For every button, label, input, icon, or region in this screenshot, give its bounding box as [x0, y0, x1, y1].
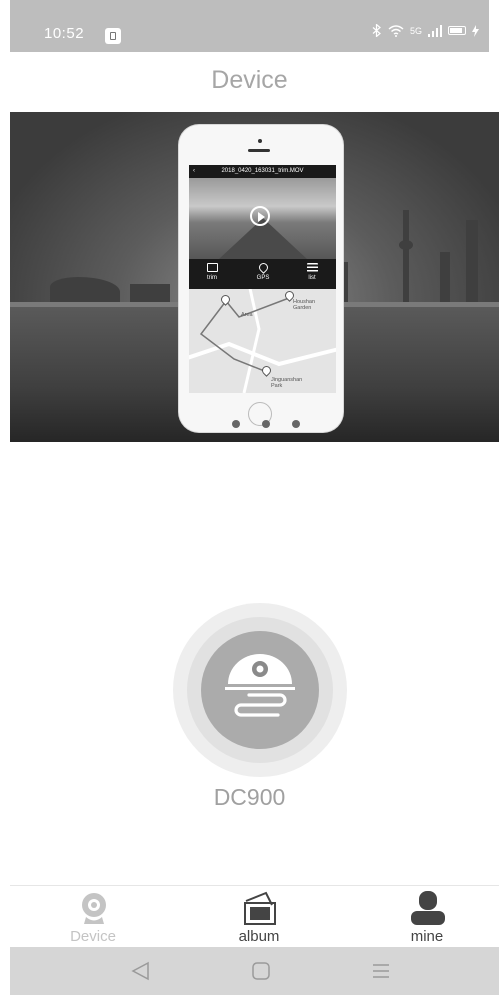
phone-speaker	[248, 149, 270, 152]
trim-label: trim	[207, 275, 217, 281]
map-label-park: Jinguanshan Park	[271, 377, 303, 389]
page-dot	[262, 420, 270, 428]
photo-stack-icon	[244, 891, 276, 925]
battery-icon	[448, 26, 466, 35]
map-label-area: Area	[241, 312, 253, 318]
dashcam-icon	[225, 654, 295, 717]
phone-screen: ‹ 2018_0420_163031_trim.MOV trim GPS lis…	[189, 165, 336, 393]
home-icon[interactable]	[250, 961, 272, 981]
phone-mockup: ‹ 2018_0420_163031_trim.MOV trim GPS lis…	[179, 125, 343, 432]
list-label: list	[308, 275, 316, 281]
trim-tool: trim	[197, 263, 227, 281]
map-label-garden: Houshan Garden	[293, 299, 316, 311]
status-icons: 5G	[372, 24, 479, 37]
signal-icon	[428, 24, 442, 37]
device-button-core	[201, 631, 319, 749]
person-icon	[411, 891, 445, 925]
video-title-bar: ‹ 2018_0420_163031_trim.MOV	[189, 165, 336, 178]
gps-map: Area Houshan Garden Jinguanshan Park	[189, 289, 336, 393]
status-bar: 10:52 5G	[10, 0, 489, 52]
video-filename: 2018_0420_163031_trim.MOV	[221, 168, 304, 174]
system-navigation-bar	[10, 947, 499, 995]
skyline-tower	[130, 284, 170, 302]
play-icon	[250, 206, 270, 226]
gps-tool: GPS	[248, 261, 278, 281]
video-preview	[189, 178, 336, 259]
device-screen: 10:52 5G Device ‹ 2018_0420_163031_trim.…	[0, 0, 499, 995]
list-icon	[306, 263, 318, 272]
page-dot	[292, 420, 300, 428]
recents-icon[interactable]	[370, 961, 392, 981]
skyline-tower	[399, 240, 413, 250]
device-name: DC900	[213, 784, 286, 810]
tab-album-label: album	[238, 928, 280, 945]
tab-bar: Device album mine	[10, 885, 499, 948]
wifi-icon	[388, 24, 404, 37]
bluetooth-icon	[372, 24, 381, 37]
phone-camera	[258, 139, 262, 143]
webcam-icon	[82, 893, 106, 924]
promo-banner[interactable]: ‹ 2018_0420_163031_trim.MOV trim GPS lis…	[10, 112, 499, 442]
skyline-tower	[440, 252, 450, 302]
skyline-tower	[466, 220, 478, 302]
tab-device-label: Device	[70, 928, 116, 945]
tab-mine-label: mine	[410, 928, 444, 945]
page-title: Device	[211, 66, 288, 94]
page-dot	[232, 420, 240, 428]
gps-label: GPS	[256, 275, 270, 281]
app-notification-icon	[105, 28, 121, 44]
gps-pin-icon	[256, 261, 270, 274]
back-icon[interactable]	[130, 961, 152, 981]
list-tool: list	[297, 263, 327, 281]
trim-icon	[206, 263, 218, 272]
video-toolbar: trim GPS list	[189, 259, 336, 289]
skyline-tower	[403, 210, 409, 302]
network-type-label: 5G	[409, 25, 422, 36]
charging-icon	[472, 24, 479, 37]
page-indicator	[232, 420, 300, 428]
status-time: 10:52	[44, 25, 85, 42]
